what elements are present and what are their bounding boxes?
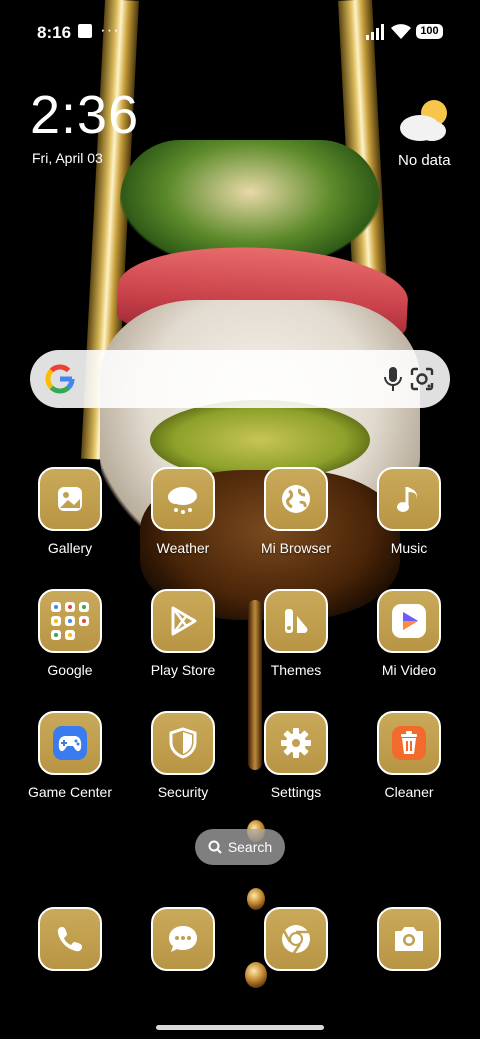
search-icon [208,840,222,854]
dock-phone[interactable] [15,907,125,971]
search-label: Search [227,839,273,855]
app-label: Themes [270,662,322,678]
app-label: Game Center [27,784,113,800]
dock-messages[interactable] [128,907,238,971]
google-folder-icon [38,589,102,653]
shield-icon [151,711,215,775]
wifi-icon [391,24,411,39]
app-label: Mi Video [381,662,437,678]
chrome-icon [264,907,328,971]
dock-camera[interactable] [354,907,464,971]
music-note-icon [377,467,441,531]
status-time: 8:16 [37,23,72,42]
app-label: Cleaner [384,784,434,800]
camera-icon [377,907,441,971]
folder-google[interactable]: Google [15,589,125,678]
microphone-icon[interactable] [382,366,404,392]
app-mi-video[interactable]: Mi Video [354,589,464,678]
app-cleaner[interactable]: Cleaner [354,711,464,800]
app-music[interactable]: Music [354,467,464,556]
play-store-icon [151,589,215,653]
app-label: Settings [270,784,322,800]
app-search-button[interactable]: Search [195,829,285,865]
app-game-center[interactable]: Game Center [15,711,125,800]
app-mi-browser[interactable]: Mi Browser [241,467,351,556]
weather-status[interactable]: No data [398,152,451,169]
google-g-icon [45,364,75,394]
notification-square-icon [78,24,92,38]
google-search-bar[interactable] [30,350,450,408]
weather-icon [151,467,215,531]
app-play-store[interactable]: Play Store [128,589,238,678]
messages-icon [151,907,215,971]
trash-icon [377,711,441,775]
phone-icon [38,907,102,971]
mi-video-icon [377,589,441,653]
status-bar: 8:16 ··· 100 [0,0,480,64]
app-security[interactable]: Security [128,711,238,800]
home-gesture-bar[interactable] [156,1025,324,1030]
signal-icon [366,24,384,40]
app-label: Music [390,540,428,556]
app-label: Gallery [47,540,93,556]
dock-chrome[interactable] [241,907,351,971]
google-lens-icon[interactable] [408,365,436,393]
app-weather[interactable]: Weather [128,467,238,556]
more-notifications-icon: ··· [100,20,120,39]
app-settings[interactable]: Settings [241,711,351,800]
clock-date[interactable]: Fri, April 03 [32,150,103,166]
app-label: Security [157,784,209,800]
app-label: Google [47,662,93,678]
app-label: Mi Browser [260,540,331,556]
app-label: Play Store [150,662,216,678]
globe-icon [264,467,328,531]
gallery-icon [38,467,102,531]
gear-icon [264,711,328,775]
gamepad-icon [38,711,102,775]
app-label: Weather [156,540,210,556]
battery-indicator: 100 [416,24,443,39]
app-gallery[interactable]: Gallery [15,467,125,556]
partly-cloudy-icon[interactable] [398,98,450,144]
clock-time[interactable]: 2:36 [30,84,139,146]
app-themes[interactable]: Themes [241,589,351,678]
themes-icon [264,589,328,653]
